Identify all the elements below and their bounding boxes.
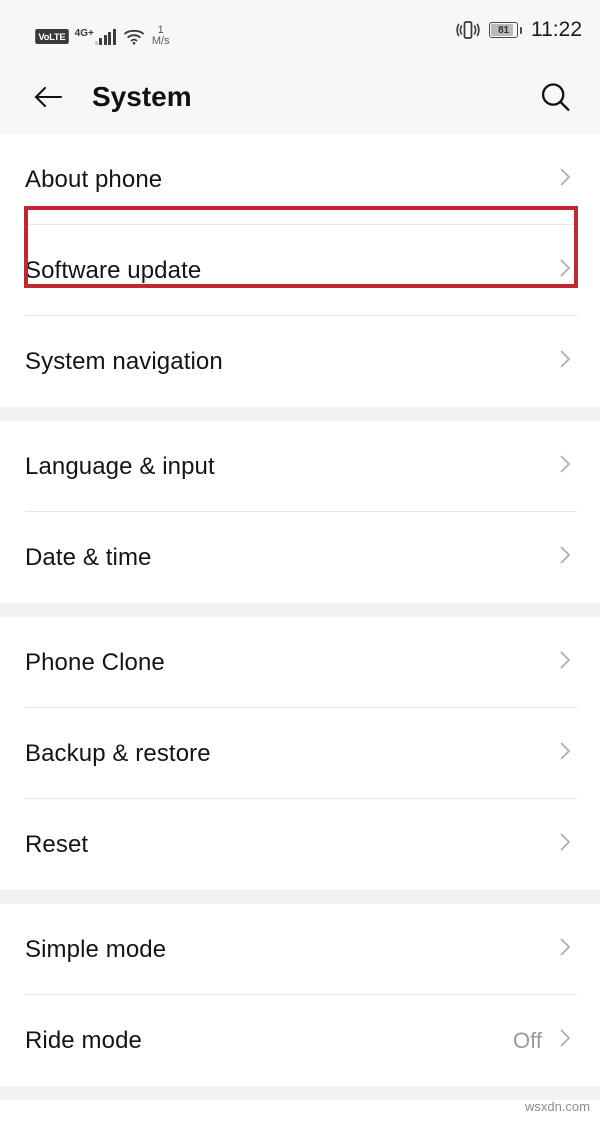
- settings-row[interactable]: Date & time: [0, 512, 600, 603]
- settings-row[interactable]: Backup & restore: [0, 708, 600, 799]
- battery-icon: 81: [489, 22, 522, 38]
- signal-bars: [94, 29, 116, 45]
- data-speed-indicator: 1 M/s: [152, 25, 170, 47]
- settings-row-label: About phone: [25, 165, 163, 193]
- settings-row-label: System navigation: [25, 347, 223, 375]
- back-arrow-icon[interactable]: [26, 75, 70, 119]
- status-bar-left: VoLTE 4G+ 1 M/s: [35, 13, 170, 47]
- settings-row-label: Software update: [25, 256, 202, 284]
- settings-row-label: Backup & restore: [25, 739, 211, 767]
- chevron-right-icon: [554, 166, 576, 193]
- settings-row[interactable]: Software update: [0, 225, 600, 316]
- network-type-label: 4G+: [74, 28, 94, 39]
- group-separator: [0, 890, 600, 904]
- settings-row-label: Language & input: [25, 452, 215, 480]
- chevron-right-icon: [554, 649, 576, 676]
- group-separator: [0, 1086, 600, 1100]
- settings-row[interactable]: Phone Clone: [0, 617, 600, 708]
- settings-row[interactable]: System navigation: [0, 316, 600, 407]
- settings-group: Simple mode Ride mode Off: [0, 904, 600, 1086]
- status-bar-right: 81 11:22: [456, 18, 582, 42]
- chevron-right-icon: [554, 936, 576, 963]
- settings-group: Phone Clone Backup & restore Reset: [0, 617, 600, 890]
- page-title: System: [92, 81, 192, 112]
- chevron-right-icon: [554, 453, 576, 480]
- settings-row[interactable]: Developer options: [0, 1100, 600, 1126]
- settings-row[interactable]: Language & input: [0, 421, 600, 512]
- group-separator: [0, 603, 600, 617]
- app-bar: System: [0, 60, 600, 134]
- data-speed-unit: M/s: [151, 35, 170, 47]
- status-bar: VoLTE 4G+ 1 M/s 81 11:22: [0, 0, 600, 60]
- chevron-right-icon: [554, 1027, 576, 1054]
- settings-group: Language & input Date & time: [0, 421, 600, 603]
- settings-list: About phone Software update System navigat…: [0, 134, 600, 1126]
- settings-row-label: Simple mode: [25, 935, 167, 963]
- settings-row[interactable]: Reset: [0, 799, 600, 890]
- settings-row-label: Phone Clone: [25, 648, 165, 676]
- status-bar-clock: 11:22: [531, 18, 582, 41]
- search-icon[interactable]: [532, 74, 578, 120]
- settings-row[interactable]: Simple mode: [0, 904, 600, 995]
- settings-row[interactable]: Ride mode Off: [0, 995, 600, 1086]
- settings-row-value: Off: [513, 1027, 542, 1053]
- chevron-right-icon: [554, 740, 576, 767]
- settings-row[interactable]: About phone: [0, 134, 600, 225]
- settings-row-label: Date & time: [25, 543, 152, 571]
- signal-strength-icon: 4G+: [75, 29, 116, 45]
- phone-screen: VoLTE 4G+ 1 M/s 81 11:22 System About ph…: [0, 0, 600, 1126]
- chevron-right-icon: [554, 348, 576, 375]
- chevron-right-icon: [554, 831, 576, 858]
- vibrate-icon: [456, 20, 480, 40]
- settings-row-label: Ride mode: [25, 1026, 142, 1054]
- group-separator: [0, 407, 600, 421]
- settings-group: Developer optionsUser experience improve…: [0, 1100, 600, 1126]
- settings-row-label: Reset: [25, 830, 89, 858]
- chevron-right-icon: [554, 544, 576, 571]
- watermark: wsxdn.com: [524, 1099, 590, 1114]
- settings-group: About phone Software update System navigat…: [0, 134, 600, 407]
- chevron-right-icon: [554, 257, 576, 284]
- wifi-icon: [123, 28, 145, 45]
- battery-percent-label: 81: [498, 24, 509, 36]
- volte-icon: VoLTE: [35, 29, 69, 44]
